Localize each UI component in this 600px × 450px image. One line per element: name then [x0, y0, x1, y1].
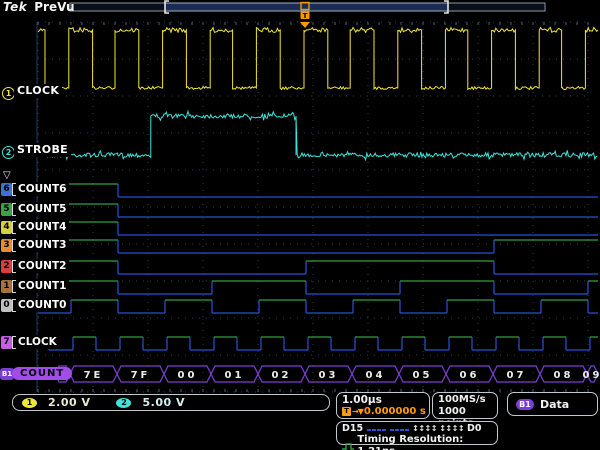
horizontal-readout[interactable]: 1.00µs T →▼ 0.000000 s	[336, 392, 430, 419]
digital-marker-d7[interactable]: 7	[1, 336, 12, 349]
trigger-position-arrow-icon: →▼	[352, 406, 363, 417]
svg-text:05: 05	[413, 370, 433, 381]
digital-label-bracket-icon	[12, 336, 16, 349]
digital-label-text: COUNT3	[18, 239, 66, 251]
digital-label-bracket-icon	[12, 221, 16, 234]
ch2-scale: 5.00 V	[142, 396, 184, 409]
digital-marker-d0[interactable]: 0	[1, 299, 12, 312]
tek-logo: Tek	[3, 0, 27, 14]
digital-label-count3[interactable]: COUNT3	[12, 238, 69, 252]
svg-text:7E: 7E	[84, 370, 104, 381]
oscilloscope-screen: 7E7F00010203040506070809T TekPreVu ▽ 1CL…	[0, 0, 600, 450]
svg-text:7F: 7F	[131, 370, 151, 381]
svg-text:03: 03	[319, 370, 339, 381]
digital-label-count6[interactable]: COUNT6	[12, 182, 69, 196]
digital-label-text: COUNT5	[18, 203, 66, 215]
bus-readout[interactable]: B1 Data	[507, 392, 598, 416]
ch1-scale: 2.00 V	[48, 396, 90, 409]
digital-label-bracket-icon	[12, 239, 16, 252]
channel-2-label[interactable]: STROBE	[14, 143, 71, 157]
digital-label-bracket-icon	[12, 183, 16, 196]
ch2-badge[interactable]: 2	[116, 398, 131, 408]
svg-text:01: 01	[225, 370, 245, 381]
sample-rate: 100MS/s	[438, 394, 497, 406]
svg-text:09: 09	[583, 370, 600, 381]
digital-marker-d3[interactable]: 3	[1, 239, 12, 252]
timing-resolution: Timing Resolution: 1.21ns	[357, 434, 497, 450]
digital-inactive-icon	[389, 423, 409, 434]
channel-readouts[interactable]: 1 2.00 V 2 5.00 V	[12, 394, 330, 411]
digital-label-text: COUNT2	[18, 260, 66, 272]
digital-label-count4[interactable]: COUNT4	[12, 220, 69, 234]
trigger-icon: T	[342, 407, 351, 416]
digital-label-count1[interactable]: COUNT1	[12, 279, 69, 293]
digital-label-count2[interactable]: COUNT2	[12, 259, 69, 273]
digital-range-right: D0	[467, 423, 482, 434]
digital-label-text: COUNT1	[18, 280, 66, 292]
waveform-display: 7E7F00010203040506070809T	[0, 0, 600, 450]
digital-label-count0[interactable]: COUNT0	[12, 298, 69, 312]
trigger-position: 0.000000 s	[364, 406, 426, 417]
digital-channels-readout[interactable]: D15 ↕↕↕↕ ↕↕↕↕ D0 Timing Resolution: 1.21…	[336, 421, 498, 445]
digital-label-text: COUNT0	[18, 299, 66, 311]
svg-text:06: 06	[460, 370, 480, 381]
timing-resolution-icon	[342, 442, 354, 450]
digital-label-bracket-icon	[12, 280, 16, 293]
header: Tek PreVu	[3, 0, 75, 14]
digital-inactive-icon	[366, 423, 386, 434]
svg-text:08: 08	[554, 370, 574, 381]
bus-label[interactable]: COUNT	[12, 367, 72, 380]
acquisition-status: PreVu	[34, 0, 74, 14]
digital-activity-arrows-icon: ↕↕↕↕ ↕↕↕↕	[412, 424, 464, 434]
digital-range-left: D15	[342, 423, 363, 434]
digital-marker-d2[interactable]: 2	[1, 260, 12, 273]
svg-text:07: 07	[507, 370, 527, 381]
svg-text:04: 04	[366, 370, 386, 381]
svg-text:00: 00	[178, 370, 198, 381]
acquisition-readout[interactable]: 100MS/s 1000 points	[432, 392, 498, 419]
ch1-badge[interactable]: 1	[22, 398, 37, 408]
digital-label-text: COUNT4	[18, 221, 66, 233]
timebase-scale: 1.00µs	[342, 394, 429, 406]
digital-label-bracket-icon	[12, 299, 16, 312]
digital-label-bracket-icon	[12, 203, 16, 216]
digital-marker-d6[interactable]: 6	[1, 183, 12, 196]
digital-label-count5[interactable]: COUNT5	[12, 202, 69, 216]
channel-1-label[interactable]: CLOCK	[14, 84, 62, 98]
digital-marker-d4[interactable]: 4	[1, 221, 12, 234]
svg-text:02: 02	[272, 370, 292, 381]
digital-marker-d1[interactable]: 1	[1, 280, 12, 293]
digital-label-text: COUNT6	[18, 183, 66, 195]
digital-label-bracket-icon	[12, 260, 16, 273]
bus-name: Data	[540, 398, 569, 411]
digital-label-clock[interactable]: CLOCK	[12, 335, 60, 349]
bus-badge[interactable]: B1	[516, 399, 534, 410]
digital-group-indicator-icon: ▽	[3, 170, 11, 181]
digital-marker-d5[interactable]: 5	[1, 203, 12, 216]
digital-label-text: CLOCK	[18, 336, 57, 348]
svg-text:T: T	[303, 12, 308, 20]
